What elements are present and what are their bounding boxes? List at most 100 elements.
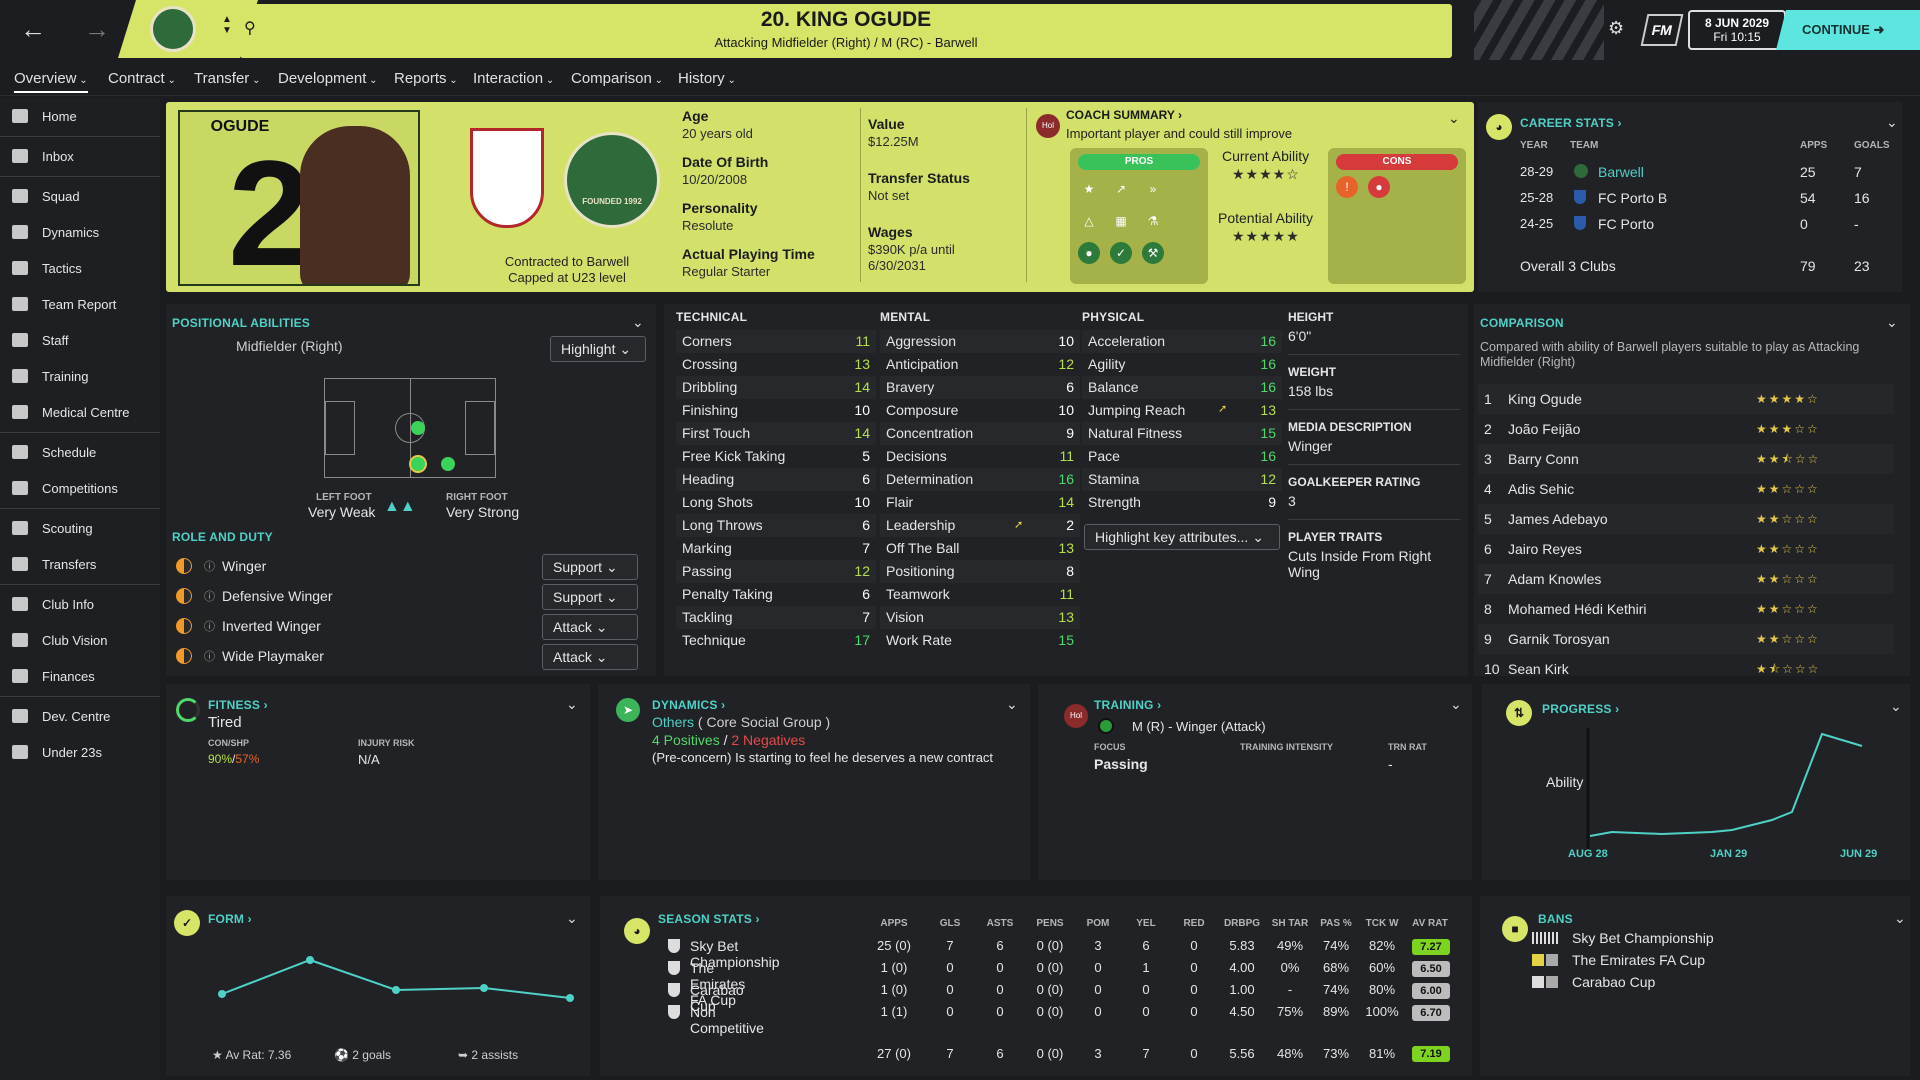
sidebar-item-team-report[interactable]: Team Report [0,290,160,320]
duty-dropdown[interactable]: Attack ⌄ [542,644,638,670]
attribute-row[interactable]: Acceleration 16 [1082,330,1282,353]
sidebar-item-dev-centre[interactable]: Dev. Centre [0,702,160,732]
info-icon[interactable]: ⓘ [204,558,215,574]
attribute-row[interactable]: Stamina 12 [1082,468,1282,491]
attribute-row[interactable]: Decisions 11 [880,445,1080,468]
chevron-down-icon[interactable]: ⌄ [566,696,578,713]
attribute-row[interactable]: Composure 10 [880,399,1080,422]
chevron-down-icon[interactable]: ⌄ [632,314,644,331]
attribute-row[interactable]: Concentration 9 [880,422,1080,445]
chevron-down-icon[interactable]: ⌄ [1886,114,1898,131]
chevron-down-icon[interactable]: ⌄ [566,910,578,927]
comparison-player-name[interactable]: João Feijão [1508,414,1580,444]
chevron-down-icon[interactable]: ⌄ [1890,698,1902,715]
attribute-row[interactable]: Tackling 7 [676,606,876,629]
duty-dropdown[interactable]: Support ⌄ [542,584,638,610]
comparison-player-name[interactable]: Barry Conn [1508,444,1579,474]
player-switch-icon[interactable]: ▲ ▼ [222,14,232,36]
attribute-row[interactable]: Marking 7 [676,537,876,560]
sidebar-item-scouting[interactable]: Scouting [0,514,160,544]
chevron-down-icon[interactable]: ⌄ [1450,696,1462,713]
duty-dropdown[interactable]: Attack ⌄ [542,614,638,640]
sidebar-item-schedule[interactable]: Schedule [0,438,160,468]
back-arrow-icon[interactable]: ← [20,14,46,45]
attribute-row[interactable]: Teamwork 11 [880,583,1080,606]
career-stats-header[interactable]: CAREER STATS › [1520,116,1622,130]
sidebar-item-home[interactable]: Home [0,102,160,132]
attribute-row[interactable]: Long Shots 10 [676,491,876,514]
comparison-row[interactable]: 9 Garnik Torosyan ★★☆☆☆ [1478,624,1894,654]
continue-button[interactable]: CONTINUE ➜ [1776,10,1920,50]
comparison-player-name[interactable]: Jairo Reyes [1508,534,1582,564]
sidebar-item-under-23s[interactable]: Under 23s [0,738,160,768]
comparison-player-name[interactable]: Sean Kirk [1508,654,1569,674]
tab-history[interactable]: History [678,70,736,87]
fitness-header[interactable]: FITNESS › [208,698,268,712]
attribute-row[interactable]: Positioning 8 [880,560,1080,583]
attribute-row[interactable]: Heading 6 [676,468,876,491]
attribute-row[interactable]: Finishing 10 [676,399,876,422]
attribute-row[interactable]: Flair 14 [880,491,1080,514]
attribute-row[interactable]: Agility 16 [1082,353,1282,376]
form-point[interactable] [480,984,488,992]
attribute-row[interactable]: Anticipation 12 [880,353,1080,376]
sidebar-item-tactics[interactable]: Tactics [0,254,160,284]
comparison-player-name[interactable]: Adam Knowles [1508,564,1601,594]
attribute-row[interactable]: Penalty Taking 6 [676,583,876,606]
sidebar-item-staff[interactable]: Staff [0,326,160,356]
sidebar-item-squad[interactable]: Squad [0,182,160,212]
tab-comparison[interactable]: Comparison [571,70,663,87]
coach-summary-header[interactable]: COACH SUMMARY › [1066,108,1182,122]
career-team-link[interactable]: FC Porto B [1598,190,1667,206]
info-icon[interactable]: ⓘ [204,588,215,604]
attribute-row[interactable]: Pace 16 [1082,445,1282,468]
tab-contract[interactable]: Contract [108,70,176,87]
comparison-row[interactable]: 6 Jairo Reyes ★★☆☆☆ [1478,534,1894,564]
attribute-row[interactable]: Natural Fitness 15 [1082,422,1282,445]
info-icon[interactable]: ⓘ [204,648,215,664]
sidebar-item-dynamics[interactable]: Dynamics [0,218,160,248]
attribute-row[interactable]: Aggression 10 [880,330,1080,353]
comparison-row[interactable]: 8 Mohamed Hédi Kethiri ★★☆☆☆ [1478,594,1894,624]
attribute-row[interactable]: Strength 9 [1082,491,1282,514]
comparison-row[interactable]: 2 João Feijão ★★★☆☆ [1478,414,1894,444]
highlight-key-attributes-dropdown[interactable]: Highlight key attributes... ⌄ [1084,524,1280,550]
date-display[interactable]: 8 JUN 2029 Fri 10:15 [1688,10,1786,50]
comparison-row[interactable]: 10 Sean Kirk ★⯪☆☆☆ [1478,654,1894,674]
sidebar-item-inbox[interactable]: Inbox [0,142,160,172]
attribute-row[interactable]: Crossing 13 [676,353,876,376]
duty-dropdown[interactable]: Support ⌄ [542,554,638,580]
sidebar-item-transfers[interactable]: Transfers [0,550,160,580]
sidebar-item-club-info[interactable]: Club Info [0,590,160,620]
comparison-player-name[interactable]: James Adebayo [1508,504,1608,534]
form-point[interactable] [218,990,226,998]
comparison-player-name[interactable]: Garnik Torosyan [1508,624,1610,654]
chevron-down-icon[interactable]: ⌄ [1448,110,1460,127]
sidebar-item-finances[interactable]: Finances [0,662,160,692]
progress-header[interactable]: PROGRESS › [1542,702,1619,716]
chevron-down-icon[interactable]: ⌄ [1894,910,1906,927]
competition-name[interactable]: Non Competitive [690,1004,764,1036]
world-icon[interactable]: ⚙ [1608,18,1624,39]
highlight-dropdown[interactable]: Highlight ⌄ [550,336,646,362]
attribute-row[interactable]: Free Kick Taking 5 [676,445,876,468]
forward-arrow-icon[interactable]: → [84,14,110,45]
training-header[interactable]: TRAINING › [1094,698,1161,712]
attribute-row[interactable]: Corners 11 [676,330,876,353]
tab-development[interactable]: Development [278,70,378,87]
career-team-link[interactable]: FC Porto [1598,216,1654,232]
attribute-row[interactable]: Technique 17 [676,629,876,652]
comparison-row[interactable]: 4 Adis Sehic ★★☆☆☆ [1478,474,1894,504]
club-crest-tab[interactable] [118,0,258,58]
comparison-row[interactable]: 3 Barry Conn ★★⯪☆☆ [1478,444,1894,474]
tab-transfer[interactable]: Transfer [194,70,260,87]
attribute-row[interactable]: Balance 16 [1082,376,1282,399]
tab-reports[interactable]: Reports [394,70,458,87]
sidebar-item-club-vision[interactable]: Club Vision [0,626,160,656]
chevron-down-icon[interactable]: ⌄ [1006,696,1018,713]
attribute-row[interactable]: Vision 13 [880,606,1080,629]
social-group-link[interactable]: Others [652,714,694,730]
career-team-link[interactable]: Barwell [1598,164,1644,180]
comparison-player-name[interactable]: King Ogude [1508,384,1582,414]
sidebar-item-training[interactable]: Training [0,362,160,392]
